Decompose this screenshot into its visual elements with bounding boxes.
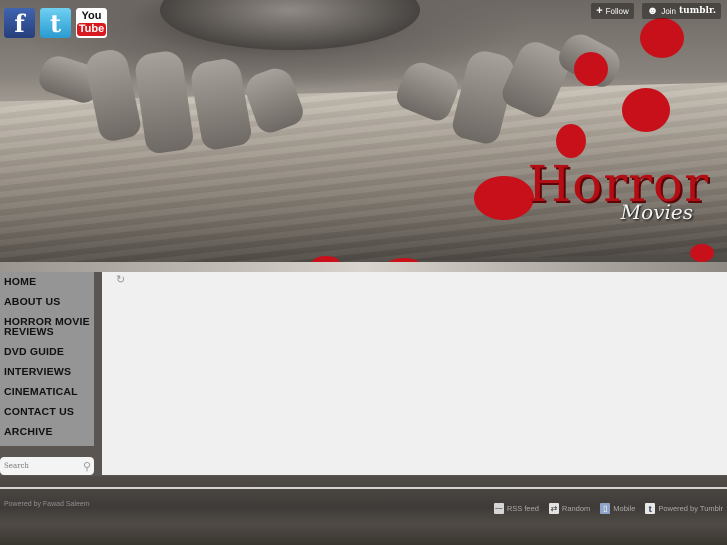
twitter-icon[interactable]: t: [40, 8, 71, 38]
site-logo-subtitle: Movies: [620, 200, 693, 224]
powered-by-tumblr-link[interactable]: t Powered by Tumblr: [645, 503, 723, 514]
footer-credit: Powered by Fawad Saleem: [4, 501, 90, 508]
nav-item-interviews[interactable]: INTERVIEWS: [0, 362, 94, 382]
sidebar-nav: HOME ABOUT US HORROR MOVIE REVIEWS DVD G…: [0, 272, 94, 446]
youtube-icon-bottom: Tube: [76, 22, 107, 36]
tumblr-controls: + Follow ☻ Join tumblr.: [591, 3, 721, 19]
footer-links: ⁓ RSS feed ⇄ Random ▯ Mobile t Powered b…: [493, 503, 723, 514]
join-label: Join: [661, 6, 677, 16]
blood-splatter: [574, 52, 608, 86]
follow-button[interactable]: + Follow: [591, 3, 634, 19]
blood-splatter: [640, 18, 684, 58]
search-input[interactable]: [4, 462, 74, 470]
user-icon: ☻: [646, 5, 659, 17]
youtube-icon[interactable]: You Tube: [76, 8, 107, 38]
blood-splatter: [622, 88, 670, 132]
nav-item-home[interactable]: HOME: [0, 272, 94, 292]
shuffle-icon: ⇄: [548, 503, 559, 514]
follow-label: Follow: [605, 6, 629, 16]
header-banner: Horror Movies f t You Tube + Follow ☻ Jo…: [0, 0, 727, 272]
search-icon[interactable]: ⚲: [83, 460, 91, 473]
tumblr-icon: t: [645, 503, 656, 514]
main-content: ↻: [102, 272, 727, 475]
nav-item-dvd-guide[interactable]: DVD GUIDE: [0, 342, 94, 362]
nav-item-cinematical[interactable]: CINEMATICAL: [0, 382, 94, 402]
nav-item-archive[interactable]: ARCHIVE: [0, 422, 94, 442]
rss-icon: ⁓: [493, 503, 504, 514]
blood-splatter: [690, 244, 714, 262]
nav-item-contact-us[interactable]: CONTACT US: [0, 402, 94, 422]
mobile-label: Mobile: [613, 504, 636, 513]
powered-by-tumblr-label: Powered by Tumblr: [658, 504, 723, 513]
youtube-icon-top: You: [81, 9, 102, 22]
divider-strip: [0, 262, 727, 272]
social-links: f t You Tube: [4, 8, 107, 38]
blood-splatter: [556, 124, 586, 158]
random-label: Random: [561, 504, 591, 513]
join-tumblr-button[interactable]: ☻ Join tumblr.: [641, 3, 721, 19]
facebook-icon[interactable]: f: [4, 8, 35, 38]
nav-item-about-us[interactable]: ABOUT US: [0, 292, 94, 312]
tumblr-brand: tumblr.: [679, 6, 716, 16]
blood-splatter: [474, 176, 534, 220]
rss-feed-label: RSS feed: [506, 504, 539, 513]
footer-divider: [0, 487, 727, 489]
loading-spinner-icon: ↻: [116, 274, 126, 286]
plus-icon: +: [596, 5, 603, 17]
mobile-link[interactable]: ▯ Mobile: [600, 503, 635, 514]
random-link[interactable]: ⇄ Random: [548, 503, 591, 514]
face-image: [160, 0, 420, 50]
rss-feed-link[interactable]: ⁓ RSS feed: [493, 503, 539, 514]
search-box: ⚲: [0, 457, 94, 475]
mobile-icon: ▯: [600, 503, 611, 514]
nav-item-horror-movie-reviews[interactable]: HORROR MOVIE REVIEWS: [0, 312, 94, 342]
